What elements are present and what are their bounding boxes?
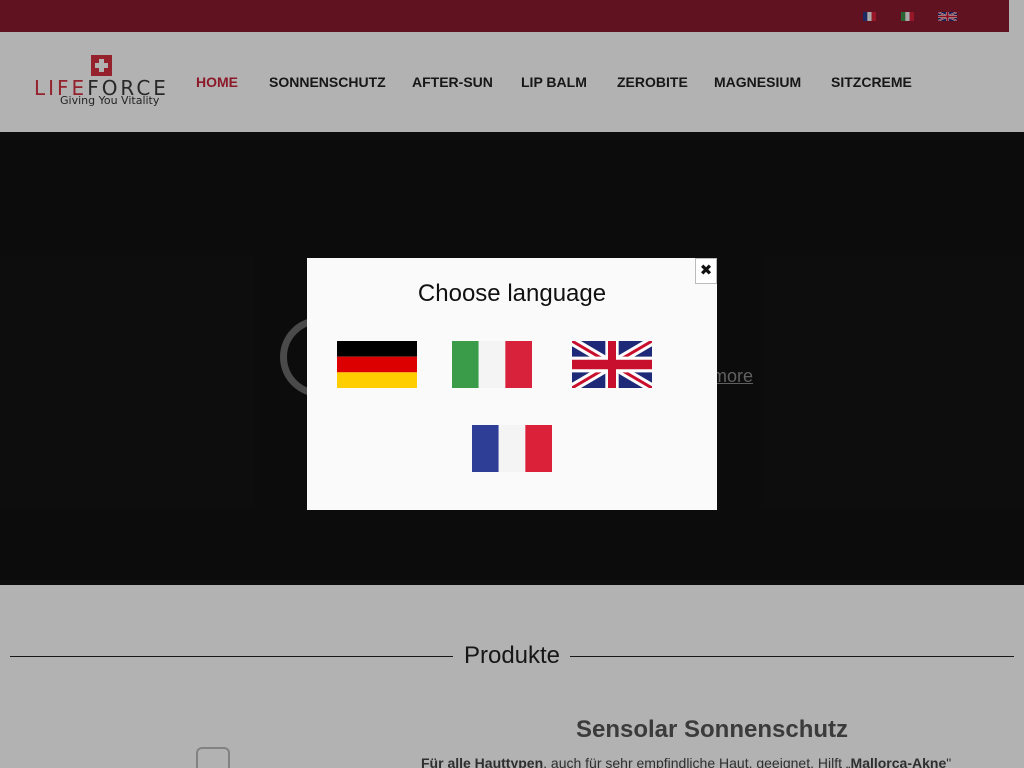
modal-title: Choose language xyxy=(417,280,607,307)
it-flag-icon[interactable] xyxy=(452,341,532,388)
fr-flag-icon[interactable] xyxy=(472,425,552,472)
language-modal: ✖ Choose language xyxy=(307,258,717,510)
de-flag-icon[interactable] xyxy=(337,341,417,388)
gb-flag-icon[interactable] xyxy=(572,341,652,388)
